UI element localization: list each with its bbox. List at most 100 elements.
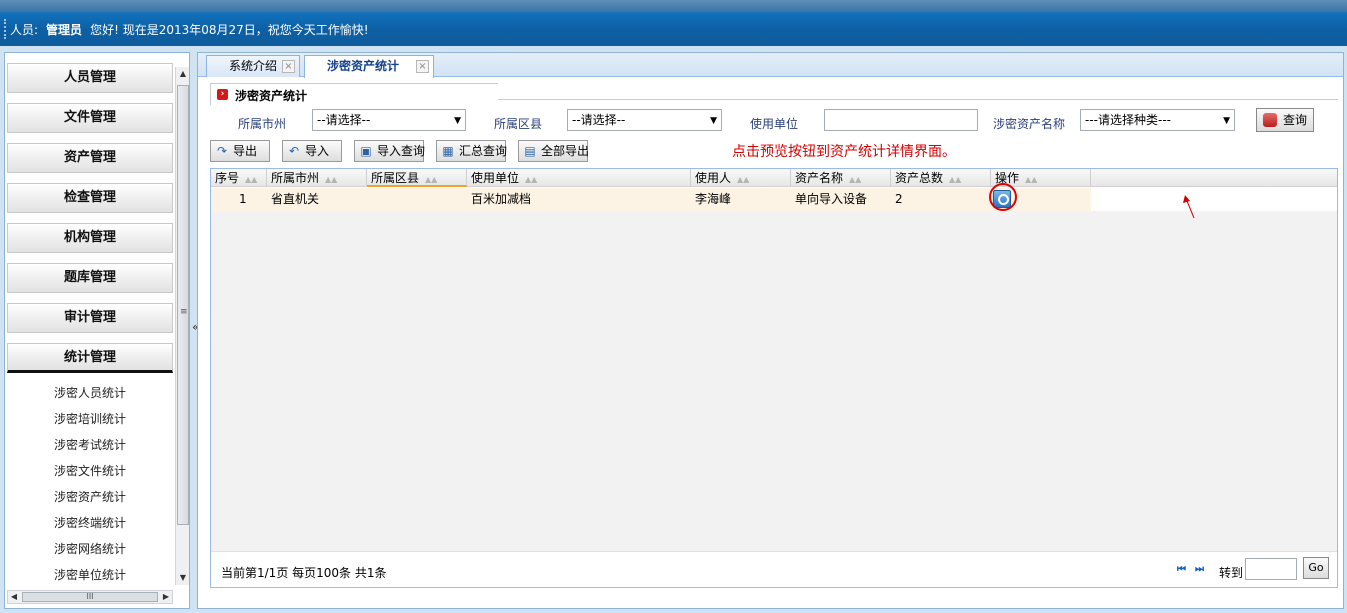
scroll-left-icon[interactable]: ◀	[8, 591, 20, 603]
scroll-up-icon[interactable]: ▲	[176, 67, 190, 81]
last-page-icon[interactable]: ⏭	[1195, 564, 1204, 575]
asset-name-select[interactable]: ---请选择种类--- ▼	[1080, 109, 1235, 131]
panel-arrow-icon: ›	[217, 89, 228, 100]
highlight-circle	[989, 183, 1017, 211]
table-row[interactable]: 1 省直机关 百米加减档 李海峰 单向导入设备 2	[211, 183, 1091, 211]
menu-documents[interactable]: 文件管理	[7, 103, 173, 133]
tab-label: 系统介绍	[229, 59, 278, 73]
import-icon: ↶	[288, 144, 300, 158]
column-label: 资产总数	[895, 171, 944, 185]
column-header-total[interactable]: 资产总数 ▲▲	[891, 169, 991, 187]
import-query-icon: ▣	[360, 144, 372, 158]
sub-item-training-stats[interactable]: 涉密培训统计	[7, 406, 173, 432]
user-label: 人员:	[10, 23, 39, 37]
goto-page-input[interactable]	[1245, 558, 1297, 580]
column-header-county[interactable]: 所属区县 ▲▲	[367, 169, 467, 187]
summary-query-button[interactable]: ▦ 汇总查询	[436, 140, 508, 162]
sort-icon: ▲▲	[849, 175, 862, 184]
city-label: 所属市州	[238, 117, 287, 131]
sidebar-vertical-scrollbar[interactable]: ▲ ≡ ▼	[175, 67, 189, 585]
tab-system-intro[interactable]: 系统介绍 ×	[206, 55, 300, 77]
sidebar-horizontal-scrollbar[interactable]: ◀ III ▶	[7, 590, 173, 604]
summary-query-label: 汇总查询	[459, 144, 508, 158]
query-button[interactable]: 查询	[1256, 108, 1314, 132]
cell-asset: 单向导入设备	[795, 192, 868, 206]
divider	[498, 99, 1338, 100]
chevron-down-icon: ▼	[454, 116, 461, 126]
tab-asset-statistics[interactable]: 涉密资产统计 ×	[304, 55, 434, 78]
chevron-down-icon: ▼	[1223, 116, 1230, 126]
column-header-user[interactable]: 使用人 ▲▲	[691, 169, 791, 187]
menu-audit[interactable]: 审计管理	[7, 303, 173, 333]
sub-item-exam-stats[interactable]: 涉密考试统计	[7, 432, 173, 458]
column-header-unit[interactable]: 使用单位 ▲▲	[467, 169, 691, 187]
first-page-icon[interactable]: ⏮	[1177, 564, 1186, 575]
cell-total: 2	[895, 192, 903, 206]
sidebar: 人员管理 文件管理 资产管理 检查管理 机构管理 题库管理 审计管理 统计管理 …	[4, 52, 190, 609]
menu-inspection[interactable]: 检查管理	[7, 183, 173, 213]
header-strip	[0, 0, 1347, 12]
unit-input[interactable]	[824, 109, 978, 131]
column-label: 所属区县	[371, 171, 420, 185]
sub-item-personnel-stats[interactable]: 涉密人员统计	[7, 380, 173, 406]
sub-item-network-stats[interactable]: 涉密网络统计	[7, 536, 173, 562]
export-button[interactable]: ↷ 导出	[210, 140, 270, 162]
cell-unit: 百米加减档	[471, 192, 532, 206]
page-info: 当前第1/1页 每页100条 共1条	[221, 566, 387, 580]
import-button[interactable]: ↶ 导入	[282, 140, 342, 162]
pagination-bar: 当前第1/1页 每页100条 共1条 ⏮ ⏭ 转到 Go	[211, 551, 1337, 587]
summary-query-icon: ▦	[442, 144, 454, 158]
menu-organization[interactable]: 机构管理	[7, 223, 173, 253]
scroll-grip-icon: ≡	[180, 307, 188, 317]
import-query-button[interactable]: ▣ 导入查询	[354, 140, 426, 162]
sub-item-document-stats[interactable]: 涉密文件统计	[7, 458, 173, 484]
close-icon[interactable]: ×	[282, 60, 295, 73]
column-header-index[interactable]: 序号 ▲▲	[211, 169, 267, 187]
cell-index: 1	[239, 192, 247, 206]
sub-item-asset-stats[interactable]: 涉密资产统计	[7, 484, 173, 510]
cell-county	[367, 188, 371, 211]
column-label: 资产名称	[795, 171, 844, 185]
sub-item-unit-stats[interactable]: 涉密单位统计	[7, 562, 173, 586]
column-header-city[interactable]: 所属市州 ▲▲	[267, 169, 367, 187]
asset-name-label: 涉密资产名称	[993, 117, 1066, 131]
export-all-button[interactable]: ▤ 全部导出	[518, 140, 589, 162]
grid-header: 序号 ▲▲ 所属市州 ▲▲ 所属区县 ▲▲ 使用单位 ▲▲ 使用人 ▲▲ 资产名称 ▲▲ 资…	[211, 169, 1337, 187]
asset-select-value: ---请选择种类---	[1085, 113, 1171, 127]
tab-label: 涉密资产统计	[327, 59, 400, 73]
sort-icon: ▲▲	[425, 175, 438, 184]
scroll-right-icon[interactable]: ▶	[160, 591, 172, 603]
sort-icon: ▲▲	[737, 175, 750, 184]
close-icon[interactable]: ×	[416, 60, 429, 73]
county-select[interactable]: --请选择-- ▼	[567, 109, 722, 131]
column-label: 使用单位	[471, 171, 520, 185]
menu-personnel[interactable]: 人员管理	[7, 63, 173, 93]
city-select-value: --请选择--	[317, 113, 371, 127]
column-label: 所属市州	[271, 171, 320, 185]
scroll-thumb[interactable]	[177, 85, 189, 525]
menu-assets[interactable]: 资产管理	[7, 143, 173, 173]
city-select[interactable]: --请选择-- ▼	[312, 109, 466, 131]
import-query-label: 导入查询	[377, 144, 426, 158]
welcome-message: 人员: 管理员 您好! 现在是2013年08月27日，祝您今天工作愉快!	[10, 21, 369, 38]
cell-user: 李海峰	[695, 192, 732, 206]
sort-icon: ▲▲	[325, 175, 338, 184]
main-panel: 系统介绍 × 涉密资产统计 × › 涉密资产统计 所属市州 --请选择-- ▼ 所…	[197, 52, 1344, 609]
sort-icon: ▲▲	[245, 175, 258, 184]
column-label: 使用人	[695, 171, 732, 185]
county-select-value: --请选择--	[572, 113, 626, 127]
menu-statistics[interactable]: 统计管理	[7, 343, 173, 373]
scroll-down-icon[interactable]: ▼	[176, 571, 190, 585]
panel-title: 涉密资产统计	[235, 89, 308, 103]
horizontal-scroll-thumb[interactable]: III	[22, 592, 158, 602]
sort-icon: ▲▲	[525, 175, 538, 184]
go-button[interactable]: Go	[1303, 557, 1329, 579]
menu-question-bank[interactable]: 题库管理	[7, 263, 173, 293]
export-all-icon: ▤	[524, 144, 536, 158]
greeting-text: 您好! 现在是2013年08月27日，祝您今天工作愉快!	[90, 23, 369, 37]
chevron-down-icon: ▼	[710, 116, 717, 126]
panel-header: › 涉密资产统计	[210, 83, 498, 105]
cell-city: 省直机关	[271, 192, 320, 206]
sub-item-terminal-stats[interactable]: 涉密终端统计	[7, 510, 173, 536]
column-header-asset[interactable]: 资产名称 ▲▲	[791, 169, 891, 187]
